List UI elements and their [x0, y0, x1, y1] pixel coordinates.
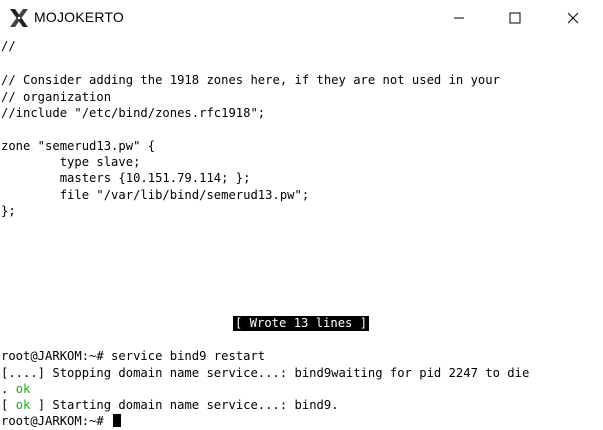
editor-line: // — [1, 39, 16, 53]
shell-output-stopping: [....] Stopping domain name service...: … — [1, 366, 530, 380]
shell-prompt: root@JARKOM:~# — [1, 414, 112, 428]
editor-line: // organization — [1, 90, 112, 104]
editor-line: }; — [1, 204, 16, 218]
maximize-icon — [509, 9, 521, 28]
editor-line: //include "/etc/bind/zones.rfc1918"; — [1, 106, 266, 120]
x-server-icon — [9, 8, 29, 28]
editor-line: type slave; — [1, 155, 141, 169]
editor-line: zone "semerud13.pw" { — [1, 139, 156, 153]
ok-status: ok — [15, 398, 31, 412]
close-button[interactable] — [550, 0, 596, 36]
editor-line: // Consider adding the 1918 zones here, … — [1, 73, 500, 87]
output-text: [ — [1, 398, 16, 412]
shell-output-starting: [ ok ] Starting domain name service...: … — [1, 397, 339, 414]
editor-status-message: [ Wrote 13 lines ] — [233, 316, 370, 331]
window-title: MOJOKERTO — [34, 9, 124, 25]
title-bar: MOJOKERTO — [0, 0, 603, 36]
editor-line: file "/var/lib/bind/semerud13.pw"; — [1, 188, 310, 202]
close-icon — [567, 9, 579, 28]
maximize-button[interactable] — [492, 0, 538, 36]
output-text: . — [1, 382, 16, 396]
terminal-area[interactable]: // // Consider adding the 1918 zones her… — [0, 36, 603, 430]
text-cursor — [113, 414, 122, 427]
ok-status: ok — [15, 382, 31, 396]
output-text: ] Starting domain name service...: bind9… — [30, 398, 339, 412]
shell-prompt-line[interactable]: root@JARKOM:~# — [1, 413, 122, 430]
minimize-icon — [453, 9, 465, 28]
shell-command-line: root@JARKOM:~# service bind9 restart — [1, 349, 266, 363]
minimize-button[interactable] — [436, 0, 482, 36]
shell-output-stop-result: . ok — [1, 381, 30, 398]
editor-line: masters {10.151.79.114; }; — [1, 171, 251, 185]
